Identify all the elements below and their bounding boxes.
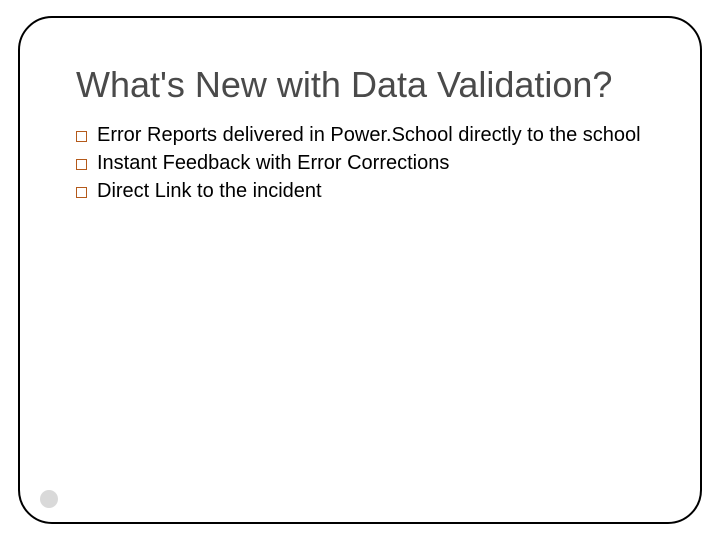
square-bullet-icon bbox=[76, 159, 87, 170]
list-item: Direct Link to the incident bbox=[76, 179, 644, 205]
slide-frame: What's New with Data Validation? Error R… bbox=[18, 16, 702, 524]
list-item: Instant Feedback with Error Corrections bbox=[76, 151, 644, 177]
bullet-text: Instant Feedback with Error Corrections bbox=[97, 152, 449, 174]
square-bullet-icon bbox=[76, 131, 87, 142]
slide-title: What's New with Data Validation? bbox=[76, 64, 644, 105]
bullet-text: Error Reports delivered in Power.School … bbox=[97, 124, 641, 146]
bullet-text: Direct Link to the incident bbox=[97, 180, 322, 202]
bullet-list: Error Reports delivered in Power.School … bbox=[76, 123, 644, 204]
slide: What's New with Data Validation? Error R… bbox=[0, 0, 720, 540]
square-bullet-icon bbox=[76, 187, 87, 198]
list-item: Error Reports delivered in Power.School … bbox=[76, 123, 644, 149]
page-number-dot bbox=[40, 490, 58, 508]
